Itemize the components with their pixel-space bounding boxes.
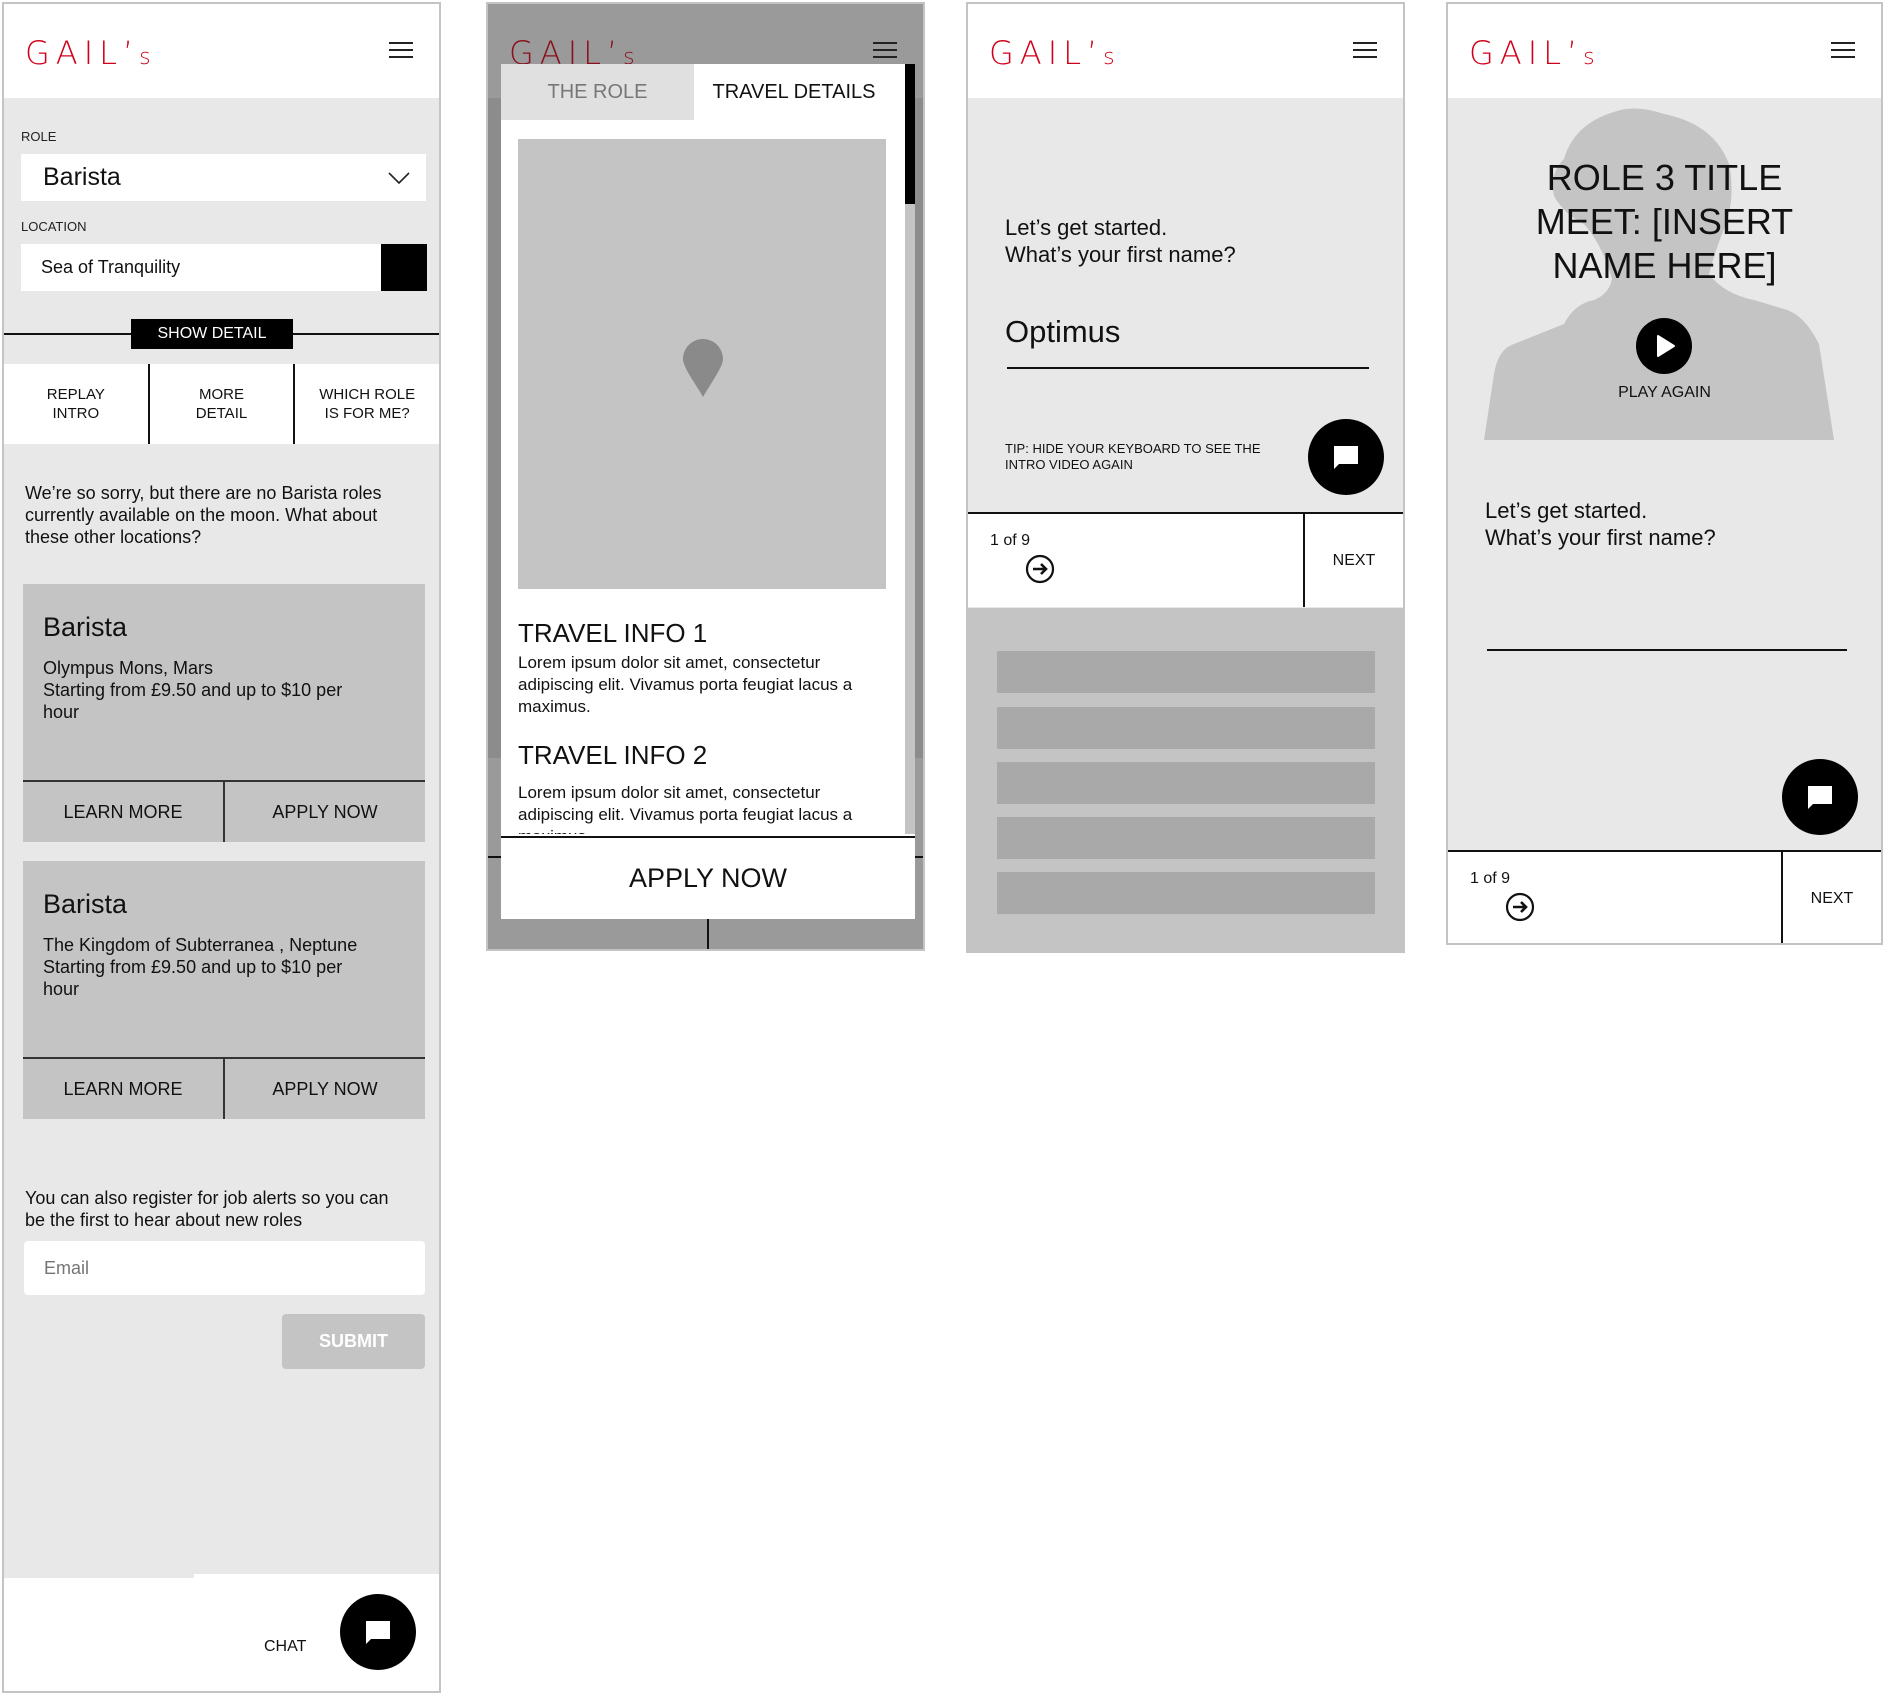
name-prompt: Let’s get started. What’s your first nam… [1485,498,1716,550]
logo-suffix: s [1103,45,1115,70]
chat-bar-edge [4,1574,194,1578]
screen-role-search: GAIL’s ROLE Barista LOCATION Sea of Tran… [2,2,441,1693]
keyboard-row[interactable] [997,872,1375,914]
logo-text: GAIL’ [25,34,140,72]
map-placeholder[interactable] [518,139,886,589]
location-value: Sea of Tranquility [41,257,181,277]
tab-the-role[interactable]: THE ROLE [501,64,694,120]
apply-now-button[interactable]: APPLY NOW [225,1059,425,1119]
show-detail-button[interactable]: SHOW DETAIL [131,319,293,349]
map-pin-icon [683,339,723,397]
screen-travel-details: GAIL’s THE ROLE TRAVEL DETAILS TRAVEL IN… [486,2,925,951]
hamburger-menu-icon[interactable] [1831,42,1855,60]
chat-bubble-icon [1334,446,1358,469]
scrollbar-track[interactable] [905,64,915,834]
keyboard-row[interactable] [997,651,1375,693]
hamburger-menu-icon[interactable] [1353,42,1377,60]
learn-more-button[interactable]: LEARN MORE [23,782,225,842]
play-again-button[interactable] [1636,318,1692,374]
play-again-label[interactable]: PLAY AGAIN [1448,384,1881,402]
job-alerts-text: You can also register for job alerts so … [25,1188,389,1230]
chevron-down-icon [388,172,410,185]
email-input[interactable] [24,1241,425,1295]
job-location: The Kingdom of Subterranea , Neptune [43,935,358,955]
gails-logo[interactable]: GAIL’s [25,34,151,72]
job-pay: Starting from £9.50 and up to $10 per ho… [43,680,343,722]
hamburger-menu-icon[interactable] [389,42,413,60]
learn-more-button[interactable]: LEARN MORE [23,1059,225,1119]
play-icon [1657,335,1675,357]
progress-count: 1 of 9 [990,532,1031,549]
chat-bubble-icon [366,1621,390,1644]
apply-now-button[interactable]: APPLY NOW [501,836,915,919]
keyboard-row[interactable] [997,817,1375,859]
job-card: Barista The Kingdom of Subterranea , Nep… [23,861,425,1119]
no-roles-message: We’re so sorry, but there are no Barista… [25,483,382,547]
progress-count: 1 of 9 [1470,870,1511,887]
details-modal: THE ROLE TRAVEL DETAILS TRAVEL INFO 1 Lo… [501,64,915,919]
logo-text: GAIL’ [989,34,1104,72]
name-prompt: Let’s get started. What’s your first nam… [1005,215,1236,267]
keyboard-tip: TIP: HIDE YOUR KEYBOARD TO SEE THE INTRO… [1005,441,1261,472]
logo-suffix: s [1583,45,1595,70]
travel-info-1-title: TRAVEL INFO 1 [518,618,708,648]
app-header: GAIL’s [4,4,439,98]
chat-bubble-icon [1808,786,1832,809]
more-detail-button[interactable]: MORE DETAIL [150,364,296,444]
scrollbar-thumb[interactable] [905,64,915,204]
job-location: Olympus Mons, Mars [43,658,214,678]
chat-button[interactable] [1308,419,1384,495]
first-name-input[interactable] [1487,649,1847,651]
travel-info-1-body: Lorem ipsum dolor sit amet, consectetur … [518,653,853,716]
submit-button[interactable]: SUBMIT [282,1314,425,1369]
tab-travel-details[interactable]: TRAVEL DETAILS [694,64,894,120]
role-label: ROLE [21,129,57,144]
app-header: GAIL’s [1448,4,1881,98]
screen-name-entry-keyboard: GAIL’s Let’s get started. What’s your fi… [966,2,1405,953]
arrow-right-circle-icon[interactable] [1505,892,1535,922]
replay-intro-button[interactable]: REPLAY INTRO [4,364,150,444]
chat-button[interactable] [1782,759,1858,835]
job-card: Barista Olympus Mons, Mars Starting from… [23,584,425,842]
first-name-input[interactable] [1007,367,1369,369]
arrow-right-circle-icon[interactable] [1025,554,1055,584]
chat-button[interactable] [340,1594,416,1670]
travel-info-2-title: TRAVEL INFO 2 [518,740,708,770]
logo-suffix: s [139,45,151,70]
job-pay: Starting from £9.50 and up to $10 per ho… [43,957,343,999]
keyboard-row[interactable] [997,762,1375,804]
gails-logo[interactable]: GAIL’s [1469,34,1595,72]
hamburger-menu-icon [873,42,897,60]
which-role-button[interactable]: WHICH ROLE IS FOR ME? [295,364,439,444]
job-title: Barista [43,889,128,919]
on-screen-keyboard[interactable] [968,608,1403,951]
gails-logo[interactable]: GAIL’s [989,34,1115,72]
screen-name-entry-video: GAIL’s ROLE 3 TITLE MEET: [INSERT NAME H… [1446,2,1883,945]
quick-nav: REPLAY INTRO MORE DETAIL WHICH ROLE IS F… [4,364,439,444]
first-name-value: Optimus [1005,314,1121,349]
app-header: GAIL’s [968,4,1403,98]
chat-label[interactable]: CHAT [264,1638,306,1656]
next-button[interactable]: NEXT [1303,514,1403,607]
role-select[interactable]: Barista [21,154,426,201]
next-button[interactable]: NEXT [1781,852,1881,943]
travel-info-2-body: Lorem ipsum dolor sit amet, consectetur … [518,783,853,834]
video-title: ROLE 3 TITLE MEET: [INSERT NAME HERE] [1535,157,1794,286]
role-value: Barista [43,163,121,191]
keyboard-row[interactable] [997,707,1375,749]
location-input[interactable]: Sea of Tranquility [21,244,381,291]
progress-bar: 1 of 9 NEXT [968,512,1403,607]
logo-text: GAIL’ [1469,34,1584,72]
job-title: Barista [43,612,128,642]
location-search-button[interactable] [381,244,427,291]
progress-bar: 1 of 9 NEXT [1448,850,1881,943]
location-label: LOCATION [21,219,87,234]
apply-now-button[interactable]: APPLY NOW [225,782,425,842]
